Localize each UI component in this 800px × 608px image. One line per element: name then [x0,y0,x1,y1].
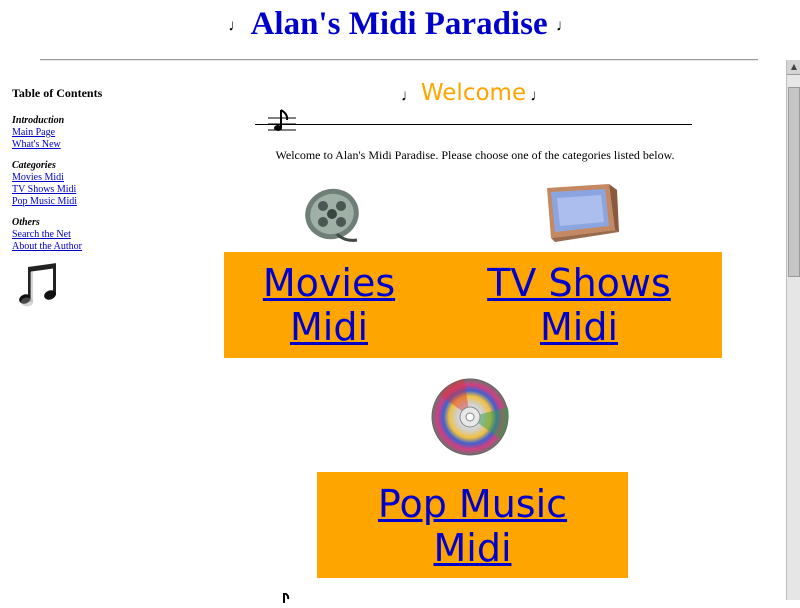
sidebar-link-whats-new[interactable]: What's New [12,139,212,151]
music-note-icon: ♩ [555,17,572,35]
welcome-heading-row: ♩ Welcome ♩ [255,80,692,106]
pop-music-midi-link[interactable]: Pop Music Midi [317,482,628,570]
tv-link-line1: TV Shows [487,261,671,305]
movies-link-line1: Movies [262,261,396,305]
sidebar-link-movies-midi[interactable]: Movies Midi [12,172,212,184]
music-note-icon: ♩ [228,17,245,35]
film-reel-icon [301,184,363,251]
sidebar-link-main-page[interactable]: Main Page [12,127,212,139]
music-note-icon [276,590,290,608]
toc-section-categories: Categories Movies Midi TV Shows Midi Pop… [12,160,212,208]
music-staff-icon [268,108,296,139]
beamed-notes-icon [14,263,212,316]
pop-link-line1: Pop Music [377,482,568,526]
sidebar: Table of Contents Introduction Main Page… [12,86,212,316]
sidebar-link-about-the-author[interactable]: About the Author [12,241,212,253]
music-note-icon: ♩ [400,87,417,105]
toc-heading: Others [12,217,40,228]
toc-heading: Categories [12,160,56,171]
movies-link-line2: Midi [289,305,369,349]
music-note-icon: ♩ [530,87,547,105]
header-divider [40,59,758,61]
sidebar-link-tv-shows-midi[interactable]: TV Shows Midi [12,184,212,196]
tv-icon [543,182,619,249]
vertical-scrollbar[interactable]: ▲ [786,60,800,600]
scrollbar-thumb[interactable] [788,87,800,277]
tv-link-line2: Midi [539,305,619,349]
welcome-divider [255,124,692,125]
pop-link-line2: Midi [433,526,512,570]
welcome-heading: Welcome [420,80,527,106]
site-title-text: Alan's Midi Paradise [250,6,548,42]
scroll-up-arrow-icon[interactable]: ▲ [787,60,800,75]
category-panel-top: Movies Midi TV Shows Midi [224,252,722,358]
movies-midi-link[interactable]: Movies Midi [244,261,414,349]
toc-section-introduction: Introduction Main Page What's New [12,115,212,151]
toc-heading: Introduction [12,115,65,126]
category-panel-pop: Pop Music Midi [317,472,628,578]
sidebar-link-pop-music-midi[interactable]: Pop Music Midi [12,196,212,208]
welcome-message: Welcome to Alan's Midi Paradise. Please … [275,148,675,162]
site-title: ♩ Alan's Midi Paradise ♩ [0,6,800,43]
sidebar-link-search-the-net[interactable]: Search the Net [12,229,212,241]
cd-icon [430,377,512,464]
toc-section-others: Others Search the Net About the Author [12,217,212,253]
tv-shows-midi-link[interactable]: TV Shows Midi [479,261,679,349]
toc-title: Table of Contents [12,86,103,100]
